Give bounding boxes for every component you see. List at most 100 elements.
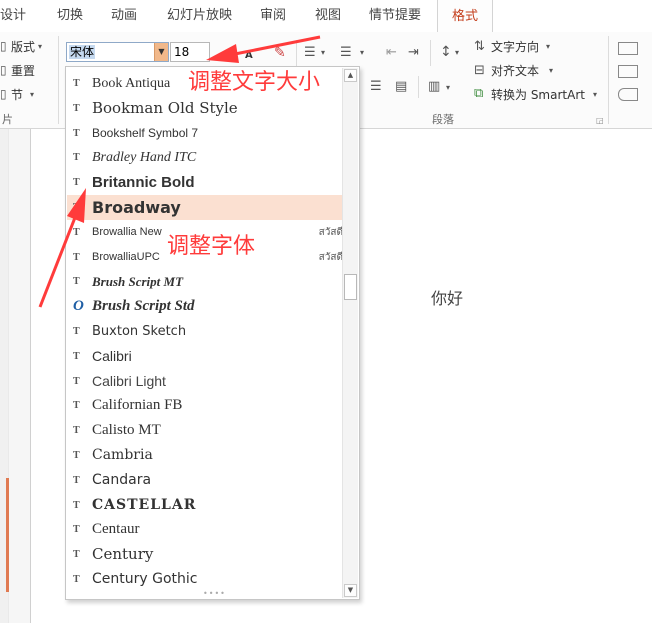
font-list-item[interactable]: T Britannic Bold [67,170,343,195]
font-list-item[interactable]: T Bookman Old Style [67,96,343,121]
chevron-down-icon[interactable]: ▾ [593,88,597,102]
group-divider [608,36,609,124]
truetype-font-icon: T [73,450,80,461]
font-name-combobox[interactable]: 宋体 ▼ [66,42,169,62]
font-list-item[interactable]: T Cambria [67,443,343,468]
increase-indent-icon[interactable]: ⇥ [408,46,419,60]
paragraph-group-label: 段落 [432,113,454,126]
justify-icon[interactable]: ▤ [395,80,407,94]
layout-button[interactable]: 版式 [11,38,35,55]
chevron-down-icon[interactable]: ▾ [360,46,364,60]
font-list-item[interactable]: O Brush Script Std [67,294,343,319]
tab-view[interactable]: 视图 [315,5,341,27]
tab-transitions[interactable]: 切换 [57,5,83,27]
shrink-font-button[interactable]: A [245,50,253,61]
convert-smartart-button[interactable]: 转换为 SmartArt [491,86,585,103]
section-button[interactable]: 节 [11,86,23,103]
tab-review[interactable]: 审阅 [260,5,286,27]
columns-icon[interactable]: ▥ [428,80,440,94]
dialog-launcher-icon[interactable]: ◲ [596,114,604,128]
font-list-item-name: Californian FB [92,397,183,414]
chevron-down-icon[interactable]: ▾ [549,64,553,78]
font-list-item-name: Candara [92,471,152,488]
font-list-item[interactable]: T Broadway [67,195,343,220]
font-list-item[interactable]: T Calibri Light [67,369,343,394]
shape-rounded-icon[interactable] [618,88,638,101]
scroll-thumb[interactable] [344,274,357,300]
font-list-item[interactable]: T Century [67,542,343,567]
shape-textbox-icon[interactable] [618,42,638,55]
canvas-gutter [9,129,30,623]
tab-animations[interactable]: 动画 [111,5,137,27]
scroll-up-button[interactable]: ▲ [344,69,357,82]
group-divider [58,36,59,124]
ribbon-tabs: 设计 切换 动画 幻灯片放映 审阅 视图 情节提要 格式 [0,0,652,33]
chevron-down-icon[interactable]: ▾ [455,46,459,60]
font-size-value: 18 [174,45,190,59]
font-list-item-name: Buxton Sketch [92,324,187,339]
font-list-item-name: Bookshelf Symbol 7 [92,125,199,140]
truetype-font-icon: T [73,326,80,337]
font-list-item[interactable]: T Californian FB [67,393,343,418]
truetype-font-icon: T [73,574,80,585]
font-list-item[interactable]: T Bradley Hand ITC [67,145,343,170]
chevron-down-icon[interactable]: ▾ [446,81,450,95]
truetype-font-icon: T [73,152,80,164]
font-list-item[interactable]: T Candara [67,468,343,493]
font-list-item[interactable]: T Calibri [67,344,343,369]
annotation-font-face: 调整字体 [167,234,256,259]
slide-text[interactable]: 你好 [431,285,463,309]
font-list-item-name: Bradley Hand ITC [92,150,197,166]
chevron-down-icon[interactable]: ▾ [321,46,325,60]
font-list-item-name: Calisto MT [92,422,161,439]
dropdown-scrollbar[interactable]: ▲ ▼ [342,68,358,598]
truetype-font-icon: T [73,549,80,561]
tab-slideshow[interactable]: 幻灯片放映 [167,5,232,27]
smartart-icon: ⧉ [474,86,484,101]
font-list-item[interactable]: T Calisto MT [67,418,343,443]
align-right-icon[interactable]: ☰ [370,80,382,94]
text-direction-button[interactable]: 文字方向 [491,38,539,55]
font-list-item[interactable]: T Centaur [67,517,343,542]
reset-button[interactable]: 重置 [11,62,35,79]
toolbar-divider [296,40,297,66]
font-list-item-name: Britannic Bold [92,174,195,192]
font-list-item-name: Century [92,545,154,564]
font-dropdown-list[interactable]: T Book Antiqua T Bookman Old Style T Bookshel… [65,66,360,600]
font-sample-text: สวัสดี [318,226,343,238]
font-list-item-name: BrowalliaUPC [92,250,160,263]
chevron-down-icon[interactable]: ▾ [546,40,550,54]
grow-font-button[interactable]: A [224,48,233,62]
font-list-item-name: Centaur [92,521,140,538]
reset-icon: ▯ [0,63,7,77]
font-list-item[interactable]: T CASTELLAR [67,493,343,518]
truetype-font-icon: T [73,375,80,387]
truetype-font-icon: T [73,474,80,486]
font-list-item-name: Broadway [92,198,181,217]
tab-format[interactable]: 格式 [437,0,494,32]
align-text-icon: ⊟ [474,63,485,78]
tab-storyboard[interactable]: 情节提要 [369,5,421,27]
scroll-down-button[interactable]: ▼ [344,584,357,597]
clear-formatting-icon[interactable]: ✎ [274,46,286,60]
section-icon: ▯ [0,87,7,101]
font-list-item[interactable]: T Bookshelf Symbol 7 [67,121,343,146]
truetype-font-icon: T [73,425,80,437]
shape-rectangle-icon[interactable] [618,65,638,78]
opentype-font-icon: O [73,298,84,315]
font-list-item-name: Bookman Old Style [92,98,238,117]
chevron-down-icon[interactable]: ▼ [154,43,168,61]
tab-design[interactable]: 设计 [0,5,26,27]
font-size-combobox[interactable]: 18 [170,42,210,62]
truetype-font-icon: T [73,524,80,536]
font-list-item-name: CASTELLAR [92,496,197,513]
font-list-item[interactable]: T Buxton Sketch [67,319,343,344]
numbering-icon[interactable]: ☰ [340,46,352,60]
bullets-icon[interactable]: ☰ [304,46,316,60]
resize-grip-icon[interactable]: •••• [203,589,226,598]
font-list-item-name: Calibri [92,347,132,364]
decrease-indent-icon[interactable]: ⇤ [386,46,397,60]
line-spacing-icon[interactable]: ↕ [440,45,452,59]
font-list-item[interactable]: T Brush Script MT [67,269,343,294]
align-text-button[interactable]: 对齐文本 [491,62,539,79]
